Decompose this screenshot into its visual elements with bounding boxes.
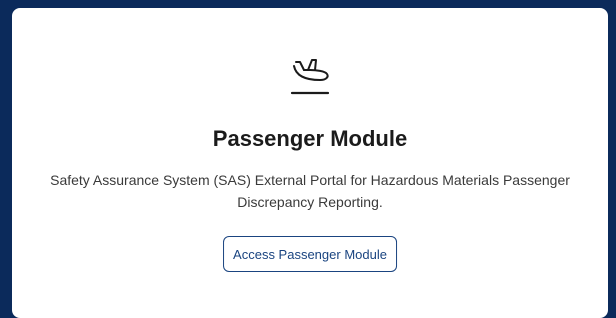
module-description: Safety Assurance System (SAS) External P… [50,172,570,210]
passenger-module-card: Passenger Module Safety Assurance System… [12,8,608,318]
access-passenger-module-button[interactable]: Access Passenger Module [223,236,397,272]
page-title: Passenger Module [212,126,408,151]
airplane-landing-icon [288,56,332,98]
